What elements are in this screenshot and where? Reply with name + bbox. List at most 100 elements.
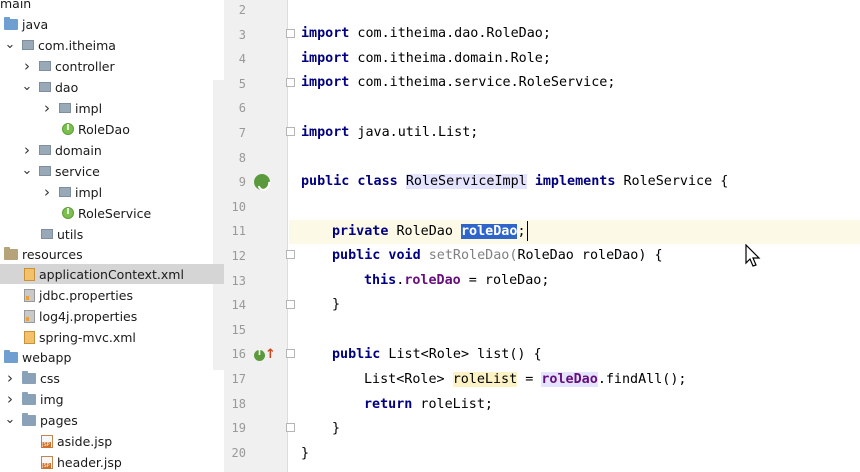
closing-brace: } xyxy=(332,421,341,436)
tree-item-label: aside.jsp xyxy=(57,433,113,449)
tree-item-label: webapp xyxy=(22,349,72,365)
tree-item-header-jsp[interactable]: header.jsp xyxy=(0,452,224,472)
line-number: 16 xyxy=(231,347,246,362)
tree-item-roleservice[interactable]: RoleService xyxy=(0,203,224,223)
tree-item-jdbc-properties[interactable]: jdbc.properties xyxy=(0,285,224,305)
code-line-20[interactable]: } xyxy=(301,443,309,465)
tree-item-label: main xyxy=(0,0,32,11)
fold-toggle-icon[interactable] xyxy=(286,127,295,136)
chevron-down-icon[interactable]: ⌄ xyxy=(4,413,16,426)
fold-toggle-icon[interactable] xyxy=(286,300,295,309)
tree-item-main[interactable]: main xyxy=(0,0,224,13)
code-line-11[interactable]: private RoleDao roleDao; xyxy=(332,221,526,243)
fold-toggle-icon[interactable] xyxy=(286,349,295,358)
code-line-16[interactable]: public List<Role> list() { xyxy=(332,344,542,366)
equals: = xyxy=(517,372,542,387)
chevron-right-icon[interactable]: › xyxy=(41,185,53,200)
xml-file-icon xyxy=(24,267,35,281)
tree-item-utils[interactable]: utils xyxy=(0,224,224,244)
chevron-down-icon[interactable]: ⌄ xyxy=(21,80,33,93)
chevron-down-icon[interactable]: ⌄ xyxy=(4,38,16,51)
field-ref: roleDao xyxy=(404,273,461,288)
chevron-right-icon[interactable]: › xyxy=(4,371,16,386)
tree-item-resources[interactable]: resources xyxy=(0,244,224,264)
code-line-19[interactable]: } xyxy=(332,418,340,440)
tree-item-label: impl xyxy=(75,184,103,200)
tree-item-pages[interactable]: ⌄ pages xyxy=(0,410,224,430)
interface-icon xyxy=(62,123,74,135)
chevron-right-icon[interactable]: › xyxy=(4,392,16,407)
code-line-7[interactable]: import java.util.List; xyxy=(301,122,478,144)
tree-item-spring-mvc-xml[interactable]: spring-mvc.xml xyxy=(0,327,224,347)
keyword-return: return xyxy=(364,397,413,412)
line-number: 2 xyxy=(238,3,246,17)
import-path: java.util.List; xyxy=(349,125,479,140)
tree-item-webapp[interactable]: webapp xyxy=(0,347,224,367)
code-line-18[interactable]: return roleList; xyxy=(364,394,493,416)
line-number: 17 xyxy=(231,372,246,386)
tree-item-label: impl xyxy=(75,100,103,116)
keyword-import: import xyxy=(301,125,350,140)
line-number: 8 xyxy=(238,150,246,165)
tree-item-domain[interactable]: › domain xyxy=(0,140,224,160)
tree-item-aside-jsp[interactable]: aside.jsp xyxy=(0,431,224,451)
fold-toggle-icon[interactable] xyxy=(286,250,295,259)
project-tree: main java ⌄ com.itheima › controller ⌄ dao › impl… xyxy=(0,0,224,472)
closing-brace: } xyxy=(332,297,341,312)
method-name: setRoleDao( xyxy=(420,248,518,263)
tree-item-impl[interactable]: › impl xyxy=(0,182,224,202)
method-call: .findAll(); xyxy=(597,372,687,387)
line-number: 18 xyxy=(231,396,246,411)
tree-item-label: RoleDao xyxy=(78,121,130,137)
chevron-right-icon[interactable]: › xyxy=(21,143,33,158)
jsp-file-icon xyxy=(41,434,53,448)
code-line-13[interactable]: this.roleDao = roleDao; xyxy=(364,270,549,292)
tree-item-label: RoleService xyxy=(78,205,152,221)
method-params: RoleDao roleDao) { xyxy=(517,248,663,263)
chevron-right-icon[interactable]: › xyxy=(21,59,33,74)
import-path: com.itheima.domain.Role; xyxy=(349,51,551,66)
folder-icon xyxy=(22,391,36,405)
code-editor[interactable]: 2 3 4 5 6 7 8 9 10 11 12 13 14 15 16 17 18 19 20 import co… xyxy=(224,0,860,472)
line-number: 3 xyxy=(238,27,246,42)
interface-name: RoleService { xyxy=(615,174,729,189)
tree-item-img[interactable]: › img xyxy=(0,389,224,409)
tree-item-label: controller xyxy=(55,58,115,74)
code-line-4[interactable]: import com.itheima.domain.Role; xyxy=(301,48,551,70)
tree-item-controller[interactable]: › controller xyxy=(0,56,224,76)
line-number: 4 xyxy=(238,52,246,67)
tree-item-com-itheima[interactable]: ⌄ com.itheima xyxy=(0,35,224,55)
source-folder-icon xyxy=(4,16,18,30)
code-line-5[interactable]: import com.itheima.service.RoleService; xyxy=(301,72,615,94)
tree-item-service[interactable]: ⌄ service xyxy=(0,161,224,181)
up-arrow-icon[interactable]: ↑ xyxy=(265,348,276,361)
chevron-down-icon[interactable]: ⌄ xyxy=(21,164,33,177)
tree-item-label: css xyxy=(40,370,60,386)
tree-item-css[interactable]: › css xyxy=(0,368,224,388)
code-line-12[interactable]: public void setRoleDao(RoleDao roleDao) … xyxy=(332,245,663,267)
code-line-9[interactable]: public class RoleServiceImpl implements … xyxy=(301,171,728,193)
package-icon xyxy=(59,103,71,113)
line-number: 7 xyxy=(238,126,246,140)
tree-item-impl[interactable]: › impl xyxy=(0,98,224,118)
line-number: 19 xyxy=(231,421,246,436)
tree-item-roledao[interactable]: RoleDao xyxy=(0,119,224,139)
editor-gutter: 2 3 4 5 6 7 8 9 10 11 12 13 14 15 16 17 18 19 20 xyxy=(224,0,288,472)
tree-item-label: header.jsp xyxy=(57,454,122,470)
line-number: 13 xyxy=(231,273,246,288)
tree-item-dao[interactable]: ⌄ dao xyxy=(0,77,224,97)
spring-bean-icon[interactable] xyxy=(254,174,270,190)
tree-item-java[interactable]: java xyxy=(0,14,224,34)
code-line-17[interactable]: List<Role> roleList = roleDao.findAll(); xyxy=(364,369,687,391)
tree-item-label: pages xyxy=(40,412,78,428)
fold-toggle-icon[interactable] xyxy=(286,423,295,432)
fold-toggle-icon[interactable] xyxy=(286,78,295,87)
code-line-14[interactable]: } xyxy=(332,294,340,316)
tree-item-log4j-properties[interactable]: log4j.properties xyxy=(0,306,224,326)
fold-toggle-icon[interactable] xyxy=(286,29,295,38)
tree-item-label: domain xyxy=(55,142,102,158)
chevron-right-icon[interactable]: › xyxy=(41,101,53,116)
tree-item-applicationcontext-xml[interactable]: applicationContext.xml xyxy=(0,264,224,284)
code-line-3[interactable]: import com.itheima.dao.RoleDao; xyxy=(301,23,551,45)
implemented-interface-icon[interactable] xyxy=(254,348,265,361)
